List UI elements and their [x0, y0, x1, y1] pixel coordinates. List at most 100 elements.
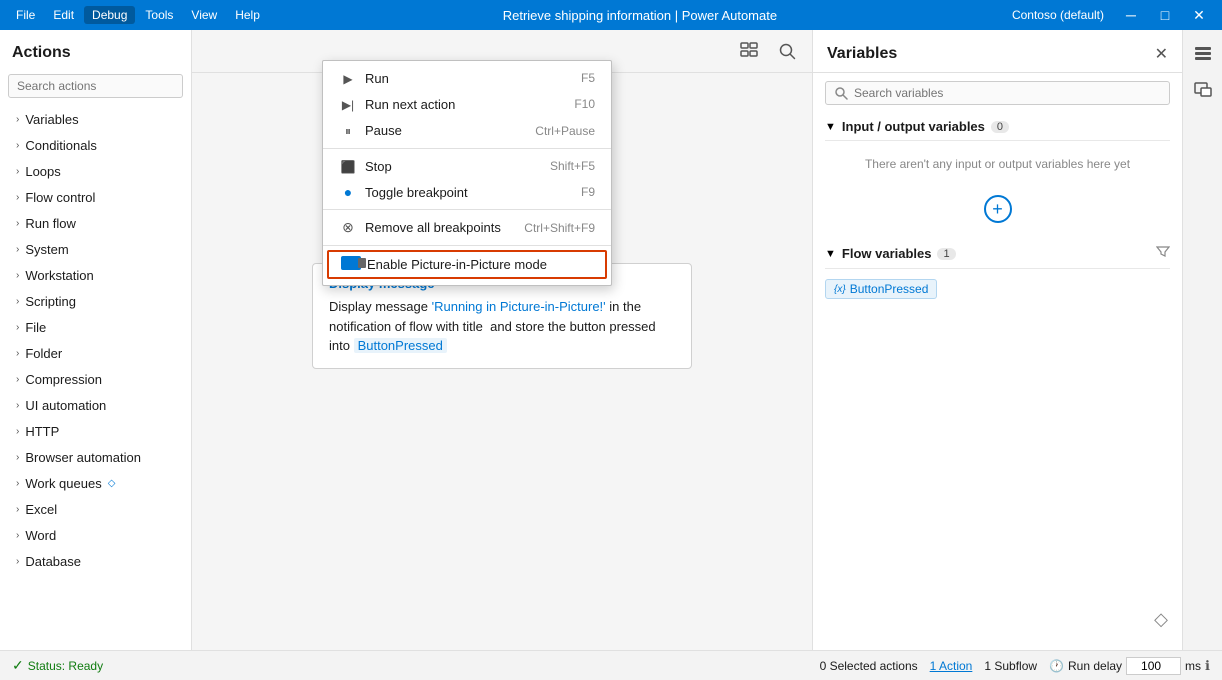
menu-item-label: Stop: [365, 159, 392, 174]
variables-header: Variables ✕: [813, 30, 1182, 73]
chevron-right-icon: ›: [16, 166, 19, 177]
actions-item-folder[interactable]: ›Folder: [4, 341, 187, 366]
menu-file[interactable]: File: [8, 6, 43, 24]
actions-item-ui-automation[interactable]: ›UI automation: [4, 393, 187, 418]
flow-variables-label: Flow variables: [842, 246, 932, 261]
chevron-right-icon: ›: [16, 452, 19, 463]
debug-menu-item-pause[interactable]: ⏸PauseCtrl+Pause: [323, 117, 611, 144]
actions-item-compression[interactable]: ›Compression: [4, 367, 187, 392]
actions-item-flow-control[interactable]: › Flow control: [4, 185, 187, 210]
flow-variables-section-header[interactable]: ▼ Flow variables 1: [825, 239, 1170, 269]
action-count[interactable]: 1 Action: [930, 659, 973, 673]
menu-edit[interactable]: Edit: [45, 6, 82, 24]
variables-title: Variables: [827, 45, 897, 63]
actions-item-label: Work queues: [25, 476, 101, 491]
flow-variables-filter-icon[interactable]: [1156, 245, 1170, 262]
run-next-icon: ▶|: [342, 98, 354, 112]
flow-variables-chevron-icon: ▼: [825, 248, 836, 260]
menu-item-shortcut: Ctrl+Shift+F9: [524, 221, 595, 235]
window-controls[interactable]: Contoso (default) ─ □ ✕: [1012, 0, 1214, 30]
chevron-right-icon: ›: [16, 270, 19, 281]
right-panel-icon-1[interactable]: [1187, 38, 1219, 70]
actions-item-http[interactable]: ›HTTP: [4, 419, 187, 444]
menu-view[interactable]: View: [183, 6, 225, 24]
actions-item-database[interactable]: ›Database: [4, 549, 187, 574]
toolbar-search-icon[interactable]: [772, 36, 802, 66]
debug-menu-item-run[interactable]: ▶RunF5: [323, 65, 611, 91]
subflow-count: 1 Subflow: [984, 659, 1037, 673]
actions-item-system[interactable]: ›System: [4, 237, 187, 262]
app-title: Retrieve shipping information | Power Au…: [268, 8, 1012, 23]
input-output-section: ▼ Input / output variables 0 There aren'…: [825, 113, 1170, 223]
chevron-right-icon: ›: [16, 348, 19, 359]
actions-item-run-flow[interactable]: › Run flow: [4, 211, 187, 236]
variables-search-icon: [834, 86, 848, 100]
right-icon-bar: [1182, 30, 1222, 680]
toolbar-grid-icon[interactable]: [734, 36, 764, 66]
actions-item-workstation[interactable]: ›Workstation: [4, 263, 187, 288]
close-button[interactable]: ✕: [1184, 0, 1214, 30]
clock-icon: 🕐: [1049, 659, 1064, 673]
menu-tools[interactable]: Tools: [137, 6, 181, 24]
debug-menu-item-enable-picture-in-picture-mode[interactable]: Enable Picture-in-Picture mode: [327, 250, 607, 279]
pip-label: Enable Picture-in-Picture mode: [367, 257, 547, 272]
chevron-right-icon: ›: [16, 426, 19, 437]
actions-item-conditionals[interactable]: ›Conditionals: [4, 133, 187, 158]
add-variable-button[interactable]: +: [984, 195, 1012, 223]
actions-item-browser-automation[interactable]: ›Browser automation: [4, 445, 187, 470]
actions-item-label: Word: [25, 528, 56, 543]
run-icon: ▶: [343, 72, 352, 86]
run-delay-input[interactable]: [1126, 657, 1181, 675]
breakpoint-icon: ●: [344, 184, 352, 200]
maximize-button[interactable]: □: [1150, 0, 1180, 30]
variables-search-input[interactable]: [854, 86, 1161, 100]
actions-item-file[interactable]: ›File: [4, 315, 187, 340]
actions-item-loops[interactable]: ›Loops: [4, 159, 187, 184]
main-layout: Actions ›Variables›Conditionals›Loops›Fl…: [0, 30, 1222, 680]
actions-list: ›Variables›Conditionals›Loops›Flow contr…: [0, 106, 191, 650]
actions-item-excel[interactable]: ›Excel: [4, 497, 187, 522]
flow-variables-section: ▼ Flow variables 1 {x} ButtonPressed: [825, 239, 1170, 309]
actions-item-label: File: [25, 320, 46, 335]
menu-divider-5: [323, 209, 611, 210]
right-panel-icon-2[interactable]: [1187, 74, 1219, 106]
debug-menu-item-remove-all-breakpoints[interactable]: ⊗Remove all breakpointsCtrl+Shift+F9: [323, 214, 611, 241]
chevron-right-icon: ›: [16, 478, 19, 489]
variables-close-button[interactable]: ✕: [1155, 44, 1168, 64]
button-pressed-label: ButtonPressed: [850, 282, 929, 296]
button-pressed-variable[interactable]: {x} ButtonPressed: [825, 279, 937, 299]
run-delay-group: 🕐 Run delay ms ℹ: [1049, 657, 1210, 675]
chevron-right-icon: ›: [16, 218, 19, 229]
actions-item-variables[interactable]: ›Variables: [4, 107, 187, 132]
minimize-button[interactable]: ─: [1116, 0, 1146, 30]
actions-item-label: Scripting: [25, 294, 76, 309]
selected-actions-count: 0 Selected actions: [820, 659, 918, 673]
actions-item-label: Flow control: [25, 190, 95, 205]
menu-help[interactable]: Help: [227, 6, 268, 24]
menu-item-label: Run next action: [365, 97, 455, 112]
variables-panel: Variables ✕ ▼ Input / output variables 0…: [812, 30, 1182, 680]
actions-item-scripting[interactable]: ›Scripting: [4, 289, 187, 314]
status-text: Status: Ready: [28, 659, 103, 673]
chevron-right-icon: ›: [16, 504, 19, 515]
flow-variables-count-badge: 1: [937, 248, 955, 260]
action-block-text: Display message 'Running in Picture-in-P…: [329, 297, 675, 356]
debug-menu-item-stop[interactable]: ⬛StopShift+F5: [323, 153, 611, 179]
actions-item-word[interactable]: ›Word: [4, 523, 187, 548]
input-output-section-header[interactable]: ▼ Input / output variables 0: [825, 113, 1170, 141]
debug-menu-item-toggle-breakpoint[interactable]: ●Toggle breakpointF9: [323, 179, 611, 205]
info-icon[interactable]: ℹ: [1205, 658, 1210, 674]
chevron-right-icon: ›: [16, 114, 19, 125]
input-output-chevron-icon: ▼: [825, 121, 836, 133]
menu-item-label: Pause: [365, 123, 402, 138]
search-input[interactable]: [8, 74, 183, 98]
menu-bar[interactable]: File Edit Debug Tools View Help: [8, 6, 268, 24]
menu-debug[interactable]: Debug: [84, 6, 135, 24]
remove-breakpoints-icon: ⊗: [342, 219, 354, 235]
actions-item-label: Run flow: [25, 216, 76, 231]
chevron-right-icon: ›: [16, 192, 19, 203]
debug-menu-item-run-next-action[interactable]: ▶|Run next actionF10: [323, 91, 611, 117]
var-button-pressed: ButtonPressed: [354, 338, 447, 353]
menu-item-shortcut: F5: [581, 71, 595, 85]
actions-item-work-queues[interactable]: ›Work queues◇: [4, 471, 187, 496]
